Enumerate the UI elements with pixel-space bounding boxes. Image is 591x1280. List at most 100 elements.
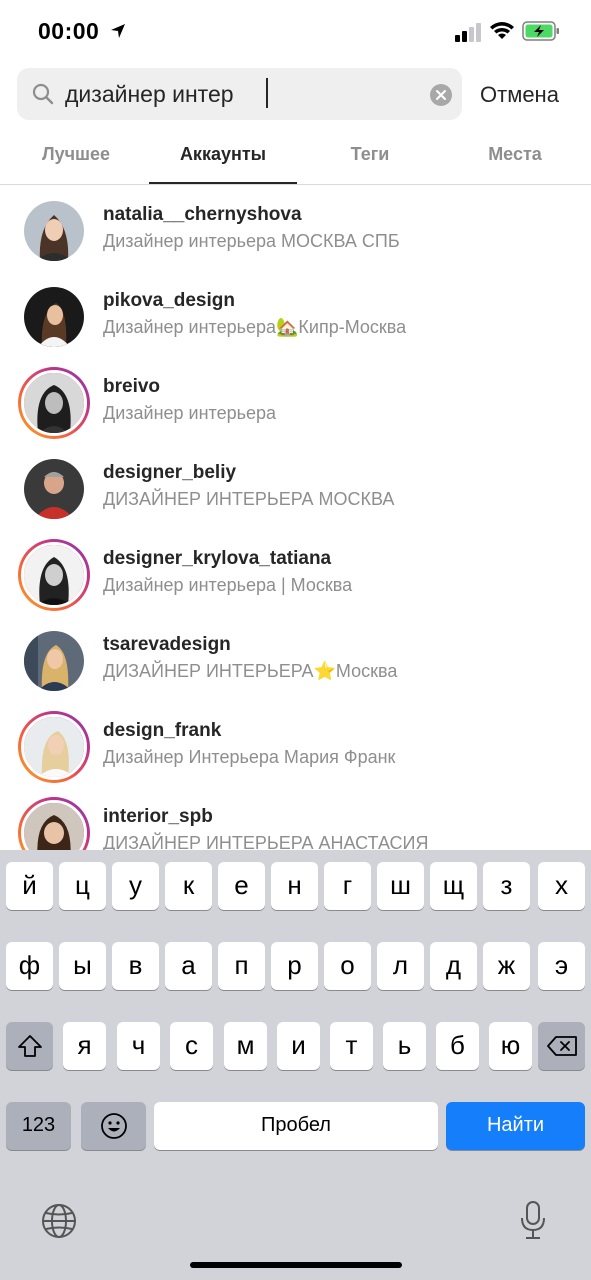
emoji-icon bbox=[100, 1113, 127, 1139]
home-indicator[interactable] bbox=[190, 1262, 402, 1268]
avatar[interactable] bbox=[18, 195, 90, 267]
key[interactable]: ф bbox=[6, 942, 53, 990]
account-row[interactable]: design_frank Дизайнер Интерьера Мария Фр… bbox=[0, 702, 591, 788]
account-row[interactable]: breivo Дизайнер интерьера bbox=[0, 358, 591, 444]
key[interactable]: е bbox=[218, 862, 265, 910]
key[interactable]: г bbox=[324, 862, 371, 910]
account-username: natalia__chernyshova bbox=[103, 204, 302, 225]
key[interactable]: в bbox=[112, 942, 159, 990]
search-go-key[interactable]: Найти bbox=[446, 1102, 585, 1150]
battery-charging-icon bbox=[522, 21, 559, 41]
avatar-with-story[interactable] bbox=[18, 367, 90, 439]
backspace-icon bbox=[546, 1036, 577, 1056]
account-bio: Дизайнер Интерьера Мария Франк bbox=[103, 747, 396, 767]
account-bio: ДИЗАЙНЕР ИНТЕРЬЕРА АНАСТАСИЯ bbox=[103, 833, 429, 850]
key[interactable]: х bbox=[538, 862, 585, 910]
status-bar: 00:00 bbox=[0, 0, 591, 64]
key[interactable]: т bbox=[330, 1022, 373, 1070]
key[interactable]: ы bbox=[59, 942, 106, 990]
key[interactable]: б bbox=[436, 1022, 479, 1070]
account-username: tsarevadesign bbox=[103, 634, 231, 655]
microphone-icon[interactable] bbox=[517, 1200, 549, 1242]
tab-tags[interactable]: Теги bbox=[296, 144, 444, 165]
cancel-button[interactable]: Отмена bbox=[480, 82, 559, 108]
shift-icon bbox=[17, 1035, 42, 1057]
key[interactable]: ж bbox=[483, 942, 530, 990]
key[interactable]: ь bbox=[383, 1022, 426, 1070]
avatar-photo bbox=[21, 370, 87, 436]
account-bio: Дизайнер интерьера МОСКВА СПБ bbox=[103, 231, 400, 251]
search-tabs: Лучшее Аккаунты Теги Места bbox=[0, 130, 591, 185]
key[interactable]: м bbox=[224, 1022, 267, 1070]
avatar-photo bbox=[24, 201, 84, 261]
account-bio: Дизайнер интерьера | Москва bbox=[103, 575, 353, 595]
key[interactable]: ц bbox=[59, 862, 106, 910]
account-username: interior_spb bbox=[103, 806, 213, 827]
key[interactable]: о bbox=[324, 942, 371, 990]
avatar-photo bbox=[24, 459, 84, 519]
tab-places[interactable]: Места bbox=[441, 144, 589, 165]
onscreen-keyboard: й ц у к е н г ш щ з х ф ы в а п р о л д … bbox=[0, 850, 591, 1280]
emoji-key[interactable] bbox=[81, 1102, 146, 1150]
key[interactable]: а bbox=[165, 942, 212, 990]
avatar-photo bbox=[24, 287, 84, 347]
key[interactable]: я bbox=[63, 1022, 106, 1070]
account-row[interactable]: designer_krylova_tatiana Дизайнер интерь… bbox=[0, 530, 591, 616]
avatar[interactable] bbox=[18, 281, 90, 353]
key[interactable]: и bbox=[277, 1022, 320, 1070]
key[interactable]: й bbox=[6, 862, 53, 910]
account-row[interactable]: designer_beliy ДИЗАЙНЕР ИНТЕРЬЕРА МОСКВА bbox=[0, 444, 591, 530]
avatar-photo bbox=[21, 542, 87, 608]
key[interactable]: ю bbox=[489, 1022, 532, 1070]
search-input[interactable] bbox=[65, 76, 425, 112]
avatar-photo bbox=[24, 631, 84, 691]
avatar-with-story[interactable] bbox=[18, 711, 90, 783]
account-results-list: natalia__chernyshova Дизайнер интерьера … bbox=[0, 186, 591, 850]
key[interactable]: п bbox=[218, 942, 265, 990]
key[interactable]: щ bbox=[430, 862, 477, 910]
key[interactable]: д bbox=[430, 942, 477, 990]
clear-search-icon[interactable] bbox=[430, 84, 452, 106]
avatar-with-story[interactable] bbox=[18, 797, 90, 850]
key[interactable]: э bbox=[538, 942, 585, 990]
globe-icon[interactable] bbox=[40, 1202, 78, 1240]
shift-key[interactable] bbox=[6, 1022, 53, 1070]
account-username: designer_beliy bbox=[103, 462, 237, 483]
key[interactable]: з bbox=[483, 862, 530, 910]
tab-accounts[interactable]: Аккаунты bbox=[149, 144, 297, 165]
key[interactable]: н bbox=[271, 862, 318, 910]
account-bio: ДИЗАЙНЕР ИНТЕРЬЕРА МОСКВА bbox=[103, 489, 395, 509]
key[interactable]: к bbox=[165, 862, 212, 910]
location-arrow-icon bbox=[111, 24, 125, 38]
avatar[interactable] bbox=[18, 453, 90, 525]
search-box[interactable] bbox=[17, 68, 462, 120]
key[interactable]: ч bbox=[117, 1022, 160, 1070]
search-icon bbox=[32, 83, 54, 105]
status-time: 00:00 bbox=[38, 18, 100, 44]
account-row[interactable]: pikova_design Дизайнер интерьера🏡Кипр-Мо… bbox=[0, 272, 591, 358]
account-bio: Дизайнер интерьера bbox=[103, 403, 276, 423]
key[interactable]: р bbox=[271, 942, 318, 990]
avatar[interactable] bbox=[18, 625, 90, 697]
account-username: pikova_design bbox=[103, 290, 235, 311]
account-bio: Дизайнер интерьера🏡Кипр-Москва bbox=[103, 317, 407, 337]
numbers-key[interactable]: 123 bbox=[6, 1102, 71, 1150]
backspace-key[interactable] bbox=[538, 1022, 585, 1070]
key[interactable]: л bbox=[377, 942, 424, 990]
key[interactable]: с bbox=[170, 1022, 213, 1070]
search-row: Отмена bbox=[0, 68, 591, 122]
avatar-with-story[interactable] bbox=[18, 539, 90, 611]
key[interactable]: ш bbox=[377, 862, 424, 910]
account-row[interactable]: interior_spb ДИЗАЙНЕР ИНТЕРЬЕРА АНАСТАСИ… bbox=[0, 788, 591, 850]
account-row[interactable]: natalia__chernyshova Дизайнер интерьера … bbox=[0, 186, 591, 272]
account-username: breivo bbox=[103, 376, 161, 397]
cellular-signal-icon bbox=[455, 23, 481, 42]
space-key[interactable]: Пробел bbox=[154, 1102, 438, 1150]
key[interactable]: у bbox=[112, 862, 159, 910]
text-caret bbox=[266, 78, 268, 108]
account-bio: ДИЗАЙНЕР ИНТЕРЬЕРА⭐️Москва bbox=[103, 661, 398, 681]
wifi-icon bbox=[490, 22, 514, 39]
account-username: designer_krylova_tatiana bbox=[103, 548, 332, 569]
tab-top[interactable]: Лучшее bbox=[2, 144, 150, 165]
account-row[interactable]: tsarevadesign ДИЗАЙНЕР ИНТЕРЬЕРА⭐️Москва bbox=[0, 616, 591, 702]
